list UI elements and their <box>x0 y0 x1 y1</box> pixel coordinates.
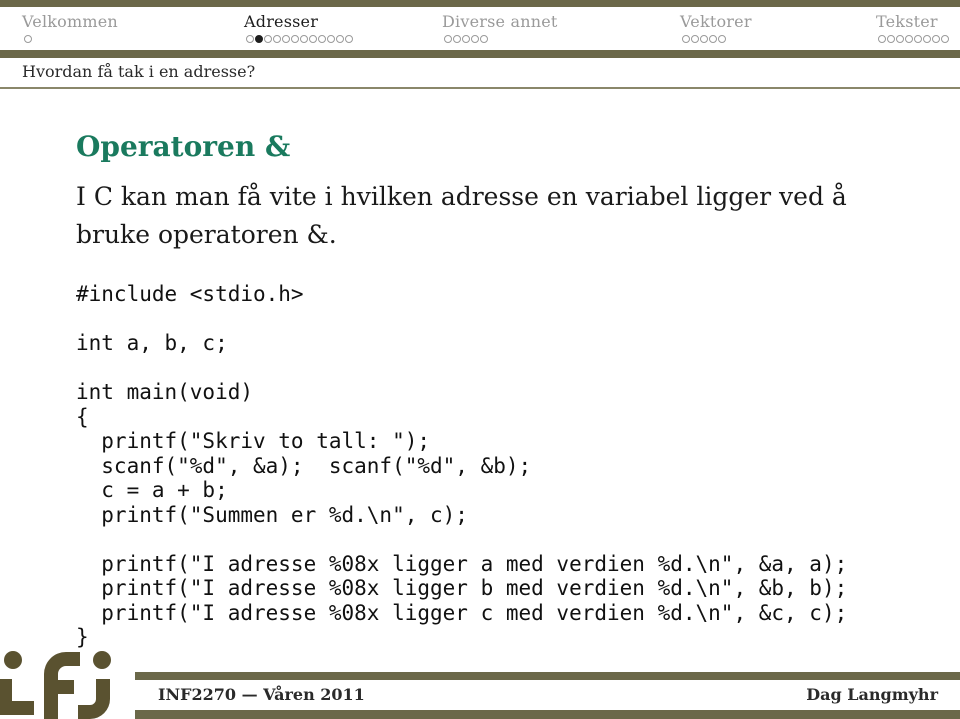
slide-dot[interactable] <box>300 35 308 43</box>
slide-title: Operatoren & <box>76 130 291 163</box>
footer-bottom-bar <box>135 710 960 719</box>
nav-section-velkommen[interactable]: Velkommen <box>22 12 118 43</box>
slide-dot[interactable] <box>878 35 886 43</box>
slide-dot[interactable] <box>273 35 281 43</box>
nav-label: Adresser <box>244 12 319 31</box>
slide-dot[interactable] <box>444 35 452 43</box>
slide-dot[interactable] <box>718 35 726 43</box>
slide-dot[interactable] <box>336 35 344 43</box>
slide-dot[interactable] <box>291 35 299 43</box>
slide-dots <box>878 35 949 43</box>
nav-label: Velkommen <box>22 12 118 31</box>
logo-dot-i <box>4 651 22 669</box>
subsection-bar: Hvordan få tak i en adresse? <box>0 58 960 89</box>
slide-dot[interactable] <box>264 35 272 43</box>
nav-section-adresser[interactable]: Adresser <box>244 12 353 43</box>
nav-label: Diverse annet <box>442 12 558 31</box>
slide-dot[interactable] <box>345 35 353 43</box>
current-slide-dot[interactable] <box>255 35 263 43</box>
slide-dot[interactable] <box>700 35 708 43</box>
slide-dot[interactable] <box>471 35 479 43</box>
nav-section-diverse-annet[interactable]: Diverse annet <box>442 12 558 43</box>
footer-course: INF2270 — Våren 2011 <box>158 685 365 704</box>
slide-dot[interactable] <box>896 35 904 43</box>
footer-top-bar <box>135 672 960 680</box>
slide-dot[interactable] <box>923 35 931 43</box>
slide-dots <box>444 35 558 43</box>
slide-dot[interactable] <box>905 35 913 43</box>
nav-section-vektorer[interactable]: Vektorer <box>680 12 752 43</box>
slide-dot[interactable] <box>682 35 690 43</box>
subsection-title: Hvordan få tak i en adresse? <box>22 62 256 81</box>
slide-dot[interactable] <box>327 35 335 43</box>
slide-dots <box>24 35 118 43</box>
slide-dot[interactable] <box>941 35 949 43</box>
logo-dot-j <box>93 651 111 669</box>
nav-label: Vektorer <box>680 12 752 31</box>
logo-letter-i <box>0 679 34 715</box>
slide-dot[interactable] <box>453 35 461 43</box>
logo-letter-j <box>78 679 110 719</box>
footer-author: Dag Langmyhr <box>806 685 938 704</box>
slide-dot[interactable] <box>887 35 895 43</box>
section-navigation: Velkommen Adresser Diverse annet Vektore… <box>0 7 960 50</box>
slide-dot[interactable] <box>932 35 940 43</box>
slide-dots <box>682 35 752 43</box>
slide-dots <box>246 35 353 43</box>
slide-intro-text: I C kan man få vite i hvilken adresse en… <box>76 182 847 249</box>
slide-dot[interactable] <box>318 35 326 43</box>
nav-label: Tekster <box>876 12 938 31</box>
slide-dot[interactable] <box>309 35 317 43</box>
code-block: #include <stdio.h> int a, b, c; int main… <box>76 282 848 649</box>
nav-bottom-bar <box>0 50 960 58</box>
ifi-logo-icon <box>0 651 111 719</box>
slide-dot[interactable] <box>24 35 32 43</box>
slide-dot[interactable] <box>914 35 922 43</box>
slide-dot[interactable] <box>246 35 254 43</box>
slide-dot[interactable] <box>691 35 699 43</box>
slide-dot[interactable] <box>282 35 290 43</box>
top-bar <box>0 0 960 7</box>
slide-dot[interactable] <box>480 35 488 43</box>
logo-letter-f <box>44 652 80 719</box>
slide-dot[interactable] <box>709 35 717 43</box>
slide-dot[interactable] <box>462 35 470 43</box>
nav-section-tekster[interactable]: Tekster <box>876 12 949 43</box>
